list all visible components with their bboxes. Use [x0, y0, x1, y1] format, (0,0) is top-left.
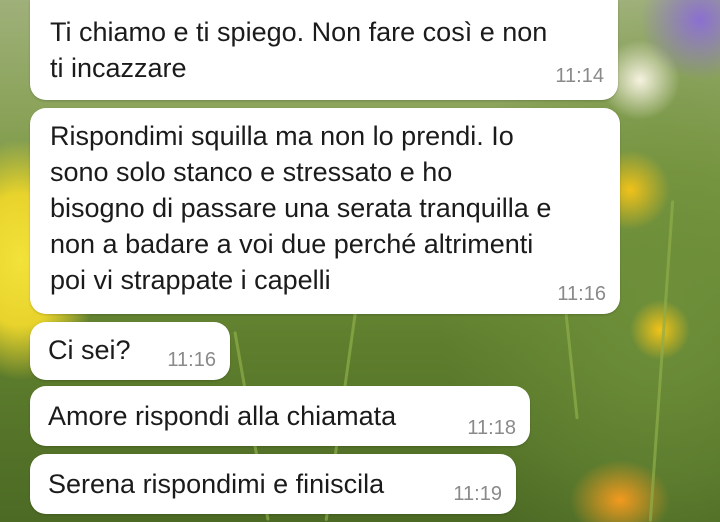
message-text: Ti chiamo e ti spiego. Non fare così e n… [50, 17, 548, 83]
message-timestamp: 11:14 [555, 65, 604, 87]
incoming-message-bubble[interactable]: Ti chiamo e ti spiego. Non fare così e n… [30, 0, 618, 100]
message-text: Serena rispondimi e finiscila [48, 469, 385, 499]
incoming-message-bubble[interactable]: Rispondimi squilla ma non lo prendi. Io … [30, 108, 620, 314]
message-timestamp: 11:16 [167, 349, 216, 371]
message-list[interactable]: Ti chiamo e ti spiego. Non fare così e n… [0, 0, 720, 522]
message-timestamp: 11:18 [467, 417, 516, 439]
incoming-message-bubble[interactable]: Ci sei? 11:16 [30, 322, 230, 380]
message-text: Amore rispondi alla chiamata [48, 401, 397, 431]
incoming-message-bubble[interactable]: Amore rispondi alla chiamata 11:18 [30, 386, 530, 446]
incoming-message-bubble[interactable]: Serena rispondimi e finiscila 11:19 [30, 454, 516, 514]
message-timestamp: 11:19 [453, 483, 502, 505]
message-text: Rispondimi squilla ma non lo prendi. Io … [50, 121, 552, 295]
message-timestamp: 11:16 [557, 283, 606, 305]
